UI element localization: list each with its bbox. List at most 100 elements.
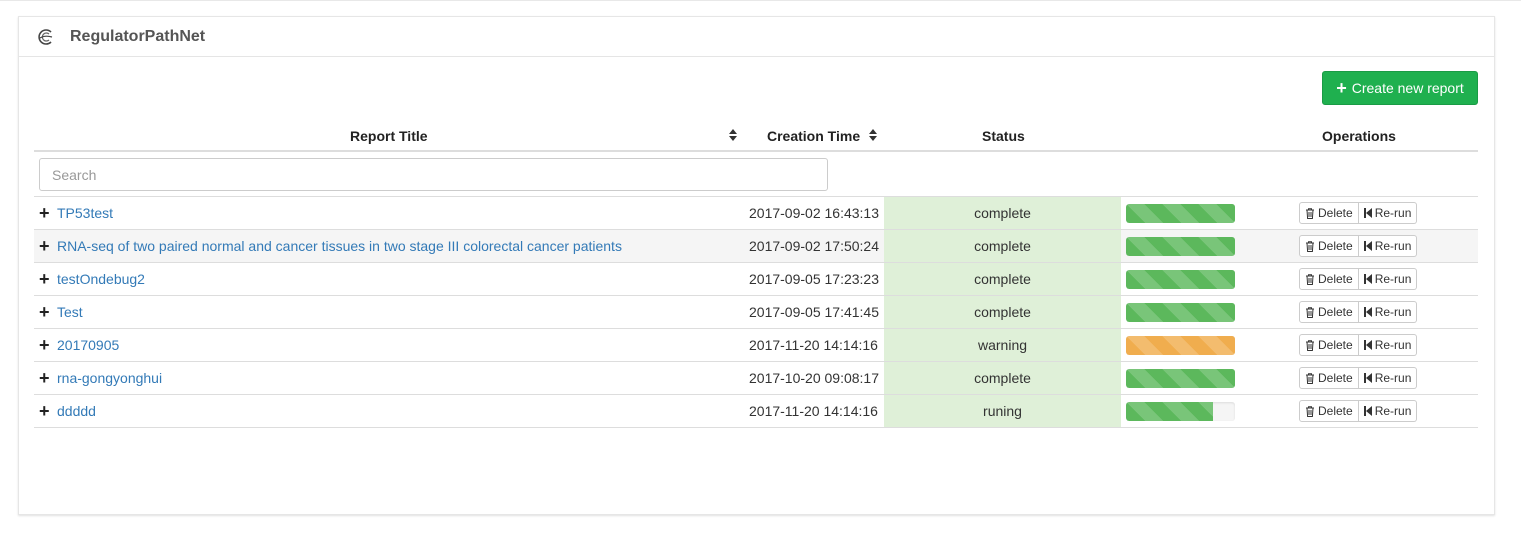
top-divider	[0, 0, 1521, 1]
progress-bar	[1126, 204, 1235, 223]
delete-button[interactable]: Delete	[1299, 334, 1359, 356]
row-operations: Delete Re-run	[1299, 202, 1418, 224]
progress-bar	[1126, 237, 1235, 256]
expand-icon[interactable]: +	[39, 336, 50, 354]
reports-panel: RegulatorPathNet + Create new report Rep…	[18, 16, 1495, 515]
expand-icon[interactable]: +	[39, 204, 50, 222]
report-title-link[interactable]: RNA-seq of two paired normal and cancer …	[57, 238, 622, 254]
search-input[interactable]	[39, 158, 828, 191]
table-body: + TP53test 2017-09-02 16:43:13 complete Dele…	[34, 197, 1478, 428]
row-operations: Delete Re-run	[1299, 301, 1418, 323]
create-report-button[interactable]: + Create new report	[1322, 71, 1478, 105]
rerun-label: Re-run	[1374, 239, 1412, 253]
row-operations: Delete Re-run	[1299, 334, 1418, 356]
status-cell: warning	[884, 329, 1121, 361]
progress-bar	[1126, 369, 1235, 388]
report-title-link[interactable]: 20170905	[57, 337, 119, 353]
rerun-button[interactable]: Re-run	[1358, 400, 1418, 422]
header-operations: Operations	[1322, 128, 1396, 144]
status-cell: complete	[884, 296, 1121, 328]
creation-time: 2017-09-02 17:50:24	[749, 238, 879, 254]
step-backward-icon	[1363, 241, 1372, 251]
report-title-link[interactable]: ddddd	[57, 403, 96, 419]
delete-label: Delete	[1318, 206, 1353, 220]
status-cell: complete	[884, 263, 1121, 295]
report-title-link[interactable]: testOndebug2	[57, 271, 145, 287]
delete-button[interactable]: Delete	[1299, 235, 1359, 257]
table-row: +20170905 2017-11-20 14:14:16 warning Delet…	[34, 329, 1478, 362]
sort-icon[interactable]	[869, 129, 877, 141]
header-report-title[interactable]: Report Title	[350, 128, 428, 144]
progress-bar	[1126, 270, 1235, 289]
creation-time: 2017-10-20 09:08:17	[749, 370, 879, 386]
expand-icon[interactable]: +	[39, 270, 50, 288]
report-title-link[interactable]: Test	[57, 304, 83, 320]
creation-time: 2017-11-20 14:14:16	[749, 337, 878, 353]
expand-icon[interactable]: +	[39, 237, 50, 255]
table-row: + testOndebug2 2017-09-05 17:23:23 complete…	[34, 263, 1478, 296]
row-operations: Delete Re-run	[1299, 235, 1418, 257]
trash-icon	[1306, 405, 1314, 417]
search-row	[34, 152, 1478, 197]
delete-label: Delete	[1318, 338, 1353, 352]
trash-icon	[1306, 306, 1314, 318]
expand-icon[interactable]: +	[39, 303, 50, 321]
creation-time: 2017-09-02 16:43:13	[749, 205, 879, 221]
header-creation-time[interactable]: Creation Time	[767, 128, 860, 144]
progress-bar	[1126, 336, 1235, 355]
progress-bar	[1126, 402, 1235, 421]
table-row: + Test 2017-09-05 17:41:45 complete Delete Re…	[34, 296, 1478, 329]
report-title-link[interactable]: TP53test	[57, 205, 113, 221]
table-header: Report Title Creation Time Status Operat…	[34, 121, 1478, 152]
progress-fill	[1126, 237, 1235, 256]
row-operations: Delete Re-run	[1299, 400, 1418, 422]
delete-button[interactable]: Delete	[1299, 202, 1359, 224]
step-backward-icon	[1363, 274, 1372, 284]
app-logo-icon	[38, 28, 53, 45]
rerun-label: Re-run	[1374, 305, 1412, 319]
rerun-button[interactable]: Re-run	[1358, 235, 1418, 257]
rerun-button[interactable]: Re-run	[1358, 367, 1418, 389]
rerun-button[interactable]: Re-run	[1358, 202, 1418, 224]
plus-icon: +	[1336, 78, 1347, 98]
expand-icon[interactable]: +	[39, 369, 50, 387]
sort-icon[interactable]	[729, 129, 737, 141]
delete-button[interactable]: Delete	[1299, 268, 1359, 290]
delete-button[interactable]: Delete	[1299, 367, 1359, 389]
rerun-button[interactable]: Re-run	[1358, 301, 1418, 323]
progress-fill	[1126, 402, 1214, 421]
step-backward-icon	[1363, 307, 1372, 317]
delete-label: Delete	[1318, 371, 1353, 385]
delete-button[interactable]: Delete	[1299, 301, 1359, 323]
progress-fill	[1126, 303, 1235, 322]
trash-icon	[1306, 240, 1314, 252]
status-cell: complete	[884, 230, 1121, 262]
rerun-button[interactable]: Re-run	[1358, 268, 1418, 290]
row-operations: Delete Re-run	[1299, 367, 1418, 389]
table-row: + RNA-seq of two paired normal and cancer…	[34, 230, 1478, 263]
progress-fill	[1126, 204, 1235, 223]
expand-icon[interactable]: +	[39, 402, 50, 420]
rerun-label: Re-run	[1374, 338, 1412, 352]
step-backward-icon	[1363, 208, 1372, 218]
delete-label: Delete	[1318, 305, 1353, 319]
delete-button[interactable]: Delete	[1299, 400, 1359, 422]
app-title: RegulatorPathNet	[70, 27, 206, 45]
report-title-link[interactable]: rna-gongyonghui	[57, 370, 162, 386]
rerun-label: Re-run	[1374, 371, 1412, 385]
progress-fill	[1126, 270, 1235, 289]
step-backward-icon	[1363, 373, 1372, 383]
delete-label: Delete	[1318, 404, 1353, 418]
rerun-button[interactable]: Re-run	[1358, 334, 1418, 356]
panel-header: RegulatorPathNet	[19, 17, 1494, 57]
reports-table: Report Title Creation Time Status Operat…	[34, 121, 1478, 428]
step-backward-icon	[1363, 406, 1372, 416]
creation-time: 2017-09-05 17:23:23	[749, 271, 879, 287]
rerun-label: Re-run	[1374, 272, 1412, 286]
step-backward-icon	[1363, 340, 1372, 350]
header-status: Status	[982, 128, 1025, 144]
table-row: + rna-gongyonghui 2017-10-20 09:08:17 compl…	[34, 362, 1478, 395]
progress-bar	[1126, 303, 1235, 322]
progress-fill	[1126, 369, 1235, 388]
rerun-label: Re-run	[1374, 206, 1412, 220]
